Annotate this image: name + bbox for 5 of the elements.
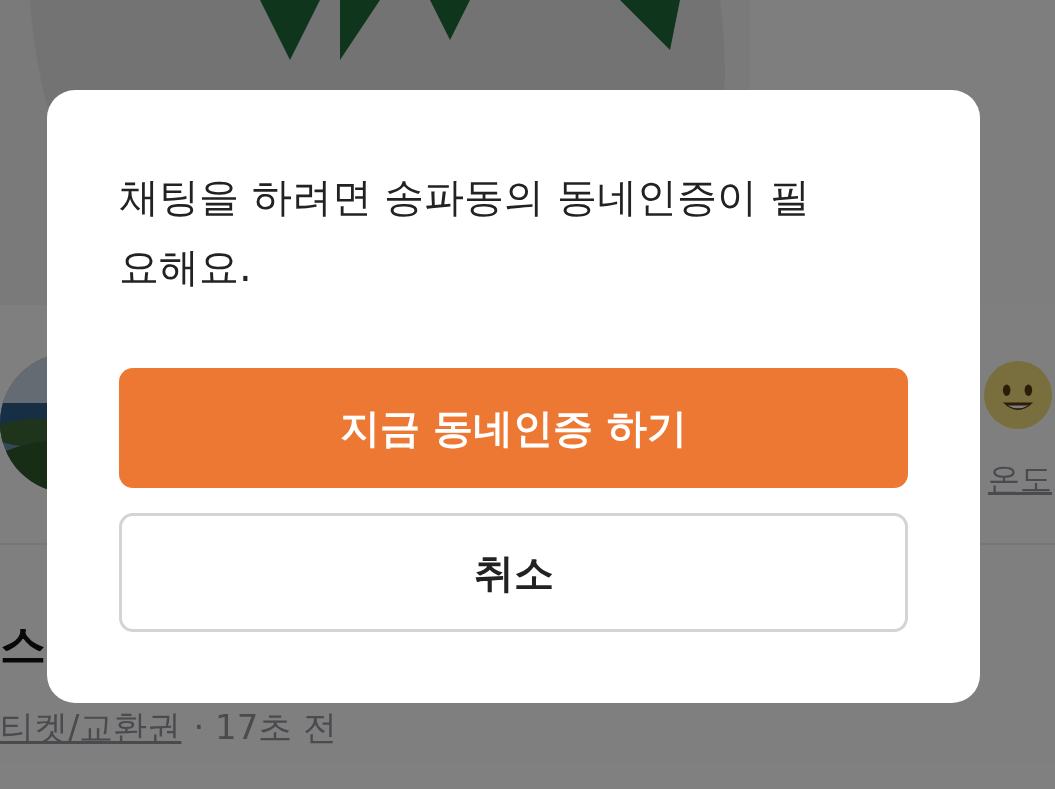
dialog-message: 채팅을 하려면 송파동의 동네인증이 필요해요.: [119, 173, 811, 292]
cancel-button[interactable]: 취소: [119, 513, 908, 632]
smiley-icon: [984, 361, 1052, 429]
post-title: 스: [0, 617, 47, 674]
verify-button[interactable]: 지금 동네인증 하기: [119, 368, 908, 488]
